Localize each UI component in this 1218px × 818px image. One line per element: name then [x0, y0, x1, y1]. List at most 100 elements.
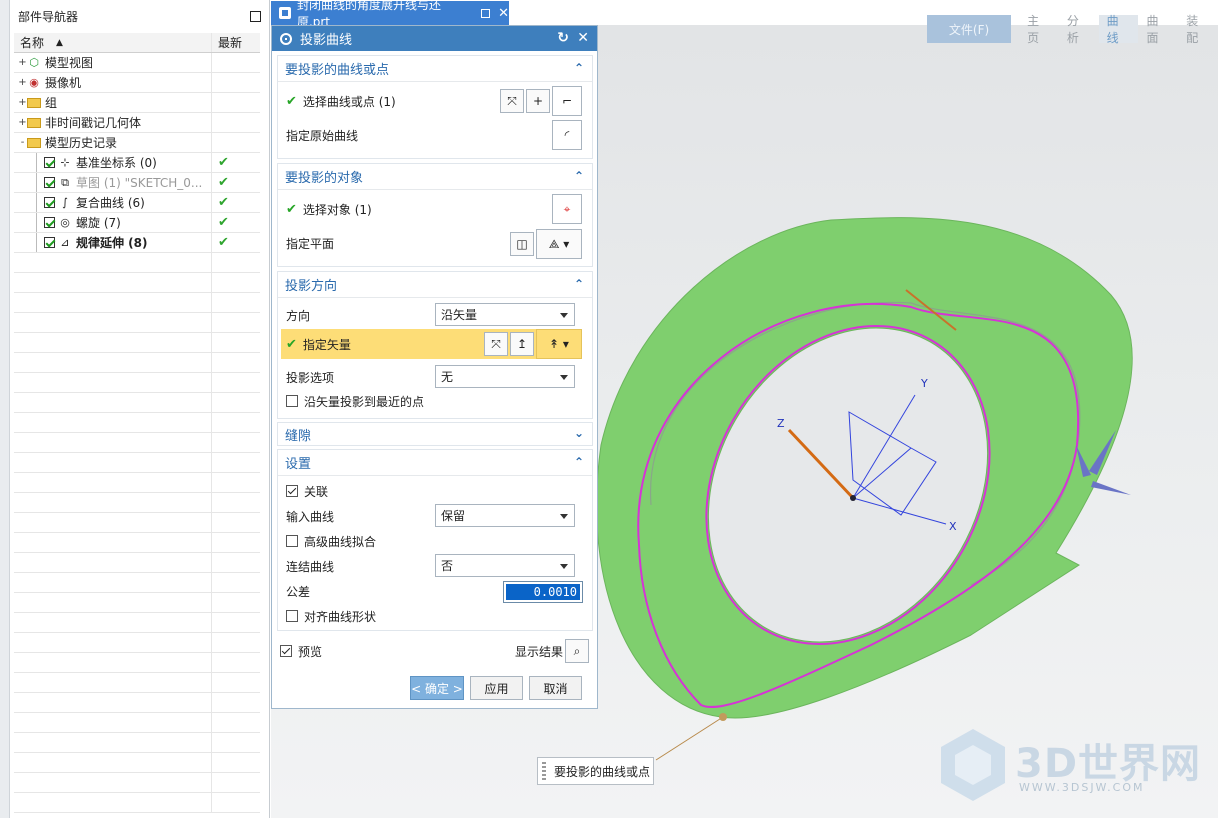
empty-row: [14, 633, 260, 653]
empty-row: [14, 573, 260, 593]
section-title: 要投影的曲线或点: [285, 63, 390, 78]
ribbon-tab-analysis[interactable]: 分析: [1059, 14, 1099, 45]
tree-row[interactable]: ⧉ 草图 (1) "SKETCH_0... ✔: [14, 173, 260, 193]
tree-item-label: 摄像机: [45, 76, 82, 90]
tree-row[interactable]: + ⬡ 模型视图: [14, 53, 260, 73]
input-curves-select[interactable]: 保留: [435, 504, 575, 527]
suppress-checkbox[interactable]: [44, 177, 55, 188]
nearest-point-row[interactable]: 沿矢量投影到最近的点: [286, 388, 584, 414]
up-to-date-check-icon: ✔: [218, 195, 229, 210]
suppress-checkbox[interactable]: [44, 197, 55, 208]
col-latest-header[interactable]: 最新: [212, 33, 260, 52]
associative-label: 关联: [304, 484, 329, 499]
empty-row: [14, 293, 260, 313]
close-tab-icon[interactable]: ✕: [498, 6, 509, 21]
nearest-point-checkbox[interactable]: [286, 395, 298, 407]
empty-row: [14, 253, 260, 273]
empty-row: [14, 513, 260, 533]
empty-row: [14, 613, 260, 633]
associative-row[interactable]: 关联: [286, 478, 584, 504]
select-object-label: 选择对象 (1): [302, 202, 372, 217]
high-quality-checkbox[interactable]: [286, 535, 298, 547]
cancel-button[interactable]: 取消: [529, 676, 582, 700]
original-curve-icon[interactable]: ◜: [552, 120, 582, 150]
section-header[interactable]: 要投影的对象 ⌃: [278, 164, 592, 190]
select-object-row[interactable]: ✔ 选择对象 (1): [286, 196, 584, 222]
ribbon-tab-surface[interactable]: 曲面: [1138, 14, 1178, 45]
plane-dialog-icon[interactable]: ◫: [510, 232, 534, 256]
apply-button[interactable]: 应用: [470, 676, 523, 700]
reset-icon[interactable]: ↻: [557, 30, 569, 46]
up-to-date-check-icon: ✔: [218, 215, 229, 230]
vector-dialog-icon[interactable]: ↥: [510, 332, 534, 356]
empty-row: [14, 373, 260, 393]
chevron-up-icon[interactable]: ⌃: [574, 169, 584, 183]
point-dialog-icon[interactable]: +: [526, 89, 550, 113]
ribbon-tab-curve[interactable]: 曲线: [1098, 14, 1139, 45]
tolerance-input[interactable]: 0.0010: [503, 581, 583, 603]
sketch-section-icon[interactable]: ⌐: [552, 86, 582, 116]
vector-dropdown[interactable]: ↟ ▾: [536, 329, 582, 359]
suppress-checkbox[interactable]: [44, 217, 55, 228]
high-quality-row[interactable]: 高级曲线拟合: [286, 528, 584, 554]
maximize-icon[interactable]: [250, 11, 261, 22]
chevron-up-icon[interactable]: ⌃: [574, 277, 584, 291]
plane-dropdown[interactable]: ⟁ ▾: [536, 229, 582, 259]
expand-icon[interactable]: +: [18, 77, 27, 88]
specify-vector-label: 指定矢量: [302, 337, 351, 352]
tree-row[interactable]: ⊹ 基准坐标系 (0) ✔: [14, 153, 260, 173]
expand-icon[interactable]: +: [18, 117, 27, 128]
associative-checkbox[interactable]: [286, 485, 298, 497]
ribbon: 文件(F) 主页 分析 曲线 曲面 装配: [927, 14, 1218, 45]
chevron-up-icon[interactable]: ⌃: [574, 455, 584, 469]
col-name-header[interactable]: 名称: [20, 34, 44, 51]
folder-icon: [27, 137, 41, 148]
direction-select[interactable]: 沿矢量: [435, 303, 575, 326]
chevron-up-icon[interactable]: ⌃: [574, 61, 584, 75]
empty-row: [14, 353, 260, 373]
tree-row[interactable]: + 非时间戳记几何体: [14, 113, 260, 133]
section-header[interactable]: 设置 ⌃: [278, 450, 592, 476]
sort-asc-icon[interactable]: ▲: [56, 38, 63, 48]
tree-item-label: 复合曲线 (6): [76, 196, 145, 210]
original-curve-row[interactable]: 指定原始曲线: [286, 122, 584, 148]
tree-row[interactable]: ∫ 复合曲线 (6) ✔: [14, 193, 260, 213]
chevron-down-icon[interactable]: ⌄: [574, 426, 584, 440]
vector-rule-icon[interactable]: ⤧: [484, 332, 508, 356]
ok-button[interactable]: < 确定 >: [410, 676, 464, 700]
tree-row[interactable]: + 组: [14, 93, 260, 113]
expand-icon[interactable]: +: [18, 97, 27, 108]
close-icon[interactable]: ✕: [577, 30, 589, 46]
tree-row[interactable]: + ◉ 摄像机: [14, 73, 260, 93]
curve-rule-icon[interactable]: ⤧: [500, 89, 524, 113]
tree-row[interactable]: ⊿ 规律延伸 (8) ✔: [14, 233, 260, 253]
collapse-icon[interactable]: -: [18, 137, 27, 148]
section-gaps: 缝隙 ⌄: [277, 422, 593, 446]
show-result-search-icon[interactable]: ⌕: [565, 639, 589, 663]
up-to-date-check-icon: ✔: [218, 175, 229, 190]
section-header[interactable]: 要投影的曲线或点 ⌃: [278, 56, 592, 82]
crosshair-icon[interactable]: ⌖: [552, 194, 582, 224]
resource-bar[interactable]: [0, 0, 10, 818]
suppress-checkbox[interactable]: [44, 237, 55, 248]
tree-row[interactable]: - 模型历史记录: [14, 133, 260, 153]
section-header[interactable]: 缝隙 ⌄: [278, 423, 592, 445]
section-header[interactable]: 投影方向 ⌃: [278, 272, 592, 298]
projection-option-select[interactable]: 无: [435, 365, 575, 388]
ribbon-tab-home[interactable]: 主页: [1019, 14, 1059, 45]
align-shape-checkbox[interactable]: [286, 610, 298, 622]
tree-row[interactable]: ◎ 螺旋 (7) ✔: [14, 213, 260, 233]
file-menu-button[interactable]: 文件(F): [927, 15, 1012, 43]
join-curves-select[interactable]: 否: [435, 554, 575, 577]
ribbon-tab-assembly[interactable]: 装配: [1178, 14, 1218, 45]
file-tab[interactable]: 封闭曲线的角度展开线与还原.prt ✕: [271, 0, 509, 29]
empty-row: [14, 553, 260, 573]
suppress-checkbox[interactable]: [44, 157, 55, 168]
project-curve-icon: [280, 32, 292, 45]
align-shape-row[interactable]: 对齐曲线形状: [286, 603, 584, 629]
expand-icon[interactable]: +: [18, 57, 27, 68]
undock-icon[interactable]: [481, 8, 491, 18]
preview-checkbox[interactable]: [280, 645, 292, 657]
empty-row: [14, 693, 260, 713]
complete-check-icon: ✔: [286, 336, 297, 352]
